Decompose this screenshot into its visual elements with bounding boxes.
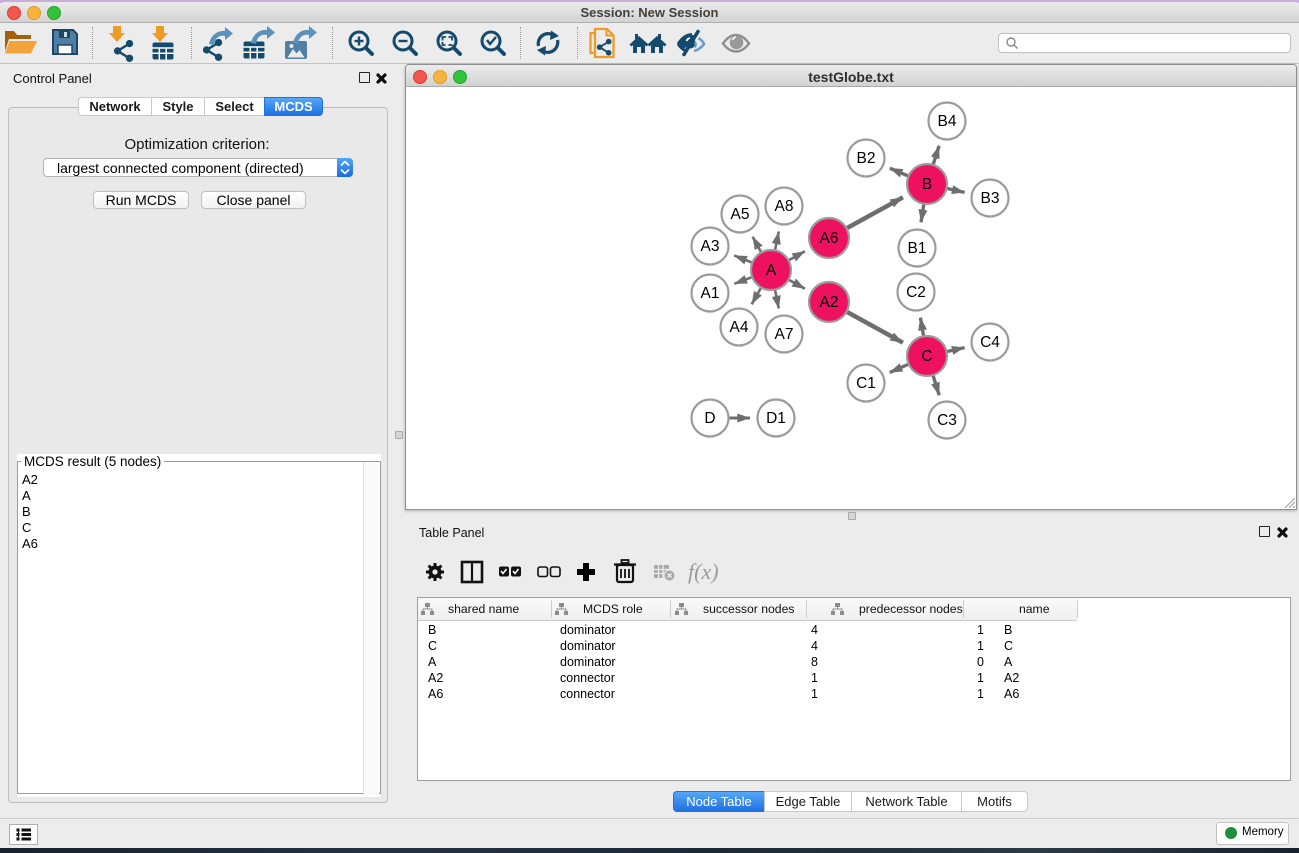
svg-text:A: A — [766, 262, 777, 279]
svg-text:A4: A4 — [730, 319, 749, 336]
svg-text:f(x): f(x) — [688, 559, 719, 584]
svg-text:C1: C1 — [856, 375, 876, 392]
svg-text:B2: B2 — [857, 150, 876, 167]
svg-text:C3: C3 — [937, 412, 957, 429]
svg-text:D1: D1 — [766, 410, 786, 427]
svg-text:D: D — [704, 410, 715, 427]
svg-text:B1: B1 — [908, 240, 927, 257]
svg-text:C2: C2 — [906, 284, 926, 301]
svg-text:C4: C4 — [980, 334, 1000, 351]
svg-text:A1: A1 — [701, 285, 720, 302]
svg-text:A7: A7 — [775, 326, 794, 343]
svg-text:C: C — [921, 348, 932, 365]
svg-text:A5: A5 — [731, 206, 750, 223]
svg-text:B: B — [922, 176, 932, 193]
svg-text:A8: A8 — [775, 198, 794, 215]
svg-text:B3: B3 — [981, 190, 1000, 207]
svg-text:A6: A6 — [820, 230, 839, 247]
svg-text:A2: A2 — [820, 294, 839, 311]
svg-text:B4: B4 — [938, 113, 957, 130]
svg-text:A3: A3 — [701, 238, 720, 255]
